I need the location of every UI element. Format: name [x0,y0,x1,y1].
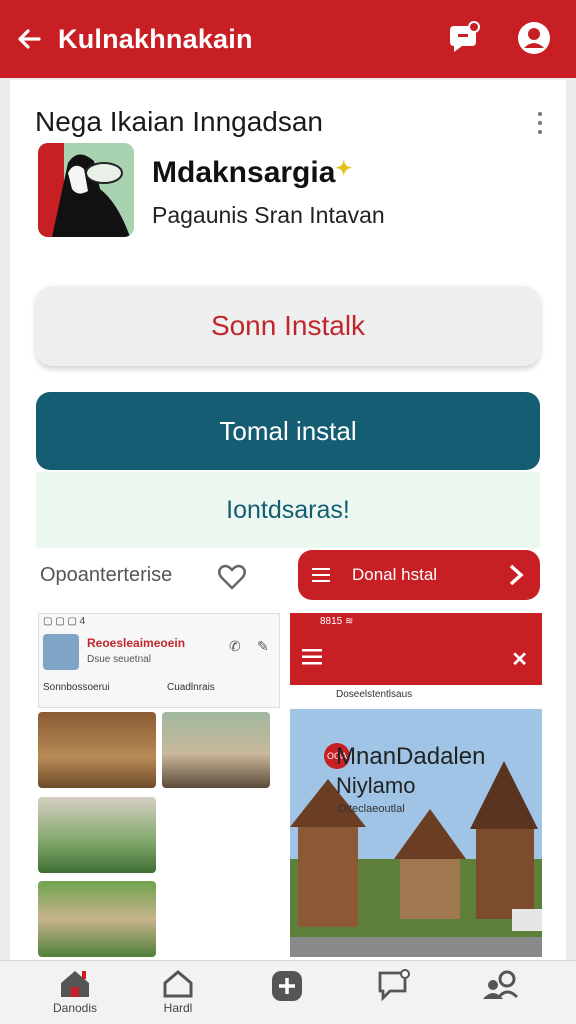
bottom-navigation: Danodis Hardl [0,960,576,1024]
heart-icon[interactable] [218,564,246,590]
profile-button[interactable] [514,18,554,58]
nav-item-add[interactable] [257,969,317,1021]
mini-chip-1: Sonnbossoerui [43,682,110,693]
more-options-icon[interactable] [534,112,546,140]
screenshot-preview-left[interactable]: ▢ ▢ ▢ 4 Reoesleaimeoein Dsue seuetnal ✆ … [38,613,280,957]
photo-thumbnail [38,881,156,957]
small-install-label: Donal hstal [352,565,438,584]
hero-caption: Oiteclaeoutlal [338,803,405,815]
photo-thumbnail [38,712,156,788]
info-banner: Iontdsaras! [36,472,540,548]
hero-headline: MnanDadalen [336,743,486,770]
notification-button[interactable] [444,18,484,58]
app-bar-title: Kulnakhnakain [58,23,253,54]
nav-label: Hardl [163,1001,193,1015]
nav-item-people[interactable] [470,969,530,1021]
plus-icon [272,971,302,1001]
mini-status: 8815 ≋ [290,613,542,633]
nav-item-home[interactable]: Danodis [45,969,105,1021]
edit-icon: ✎ [257,638,269,654]
people-icon [483,970,519,999]
app-detail-card: Nega Ikaian Inngadsan Mdaknsargia✦ Pagau… [10,80,566,960]
chat-icon [378,969,410,1001]
nav-item-hardl[interactable]: Hardl [148,969,208,1021]
section-title: Nega Ikaian Inngadsan [35,106,323,137]
mini-strip: Doseelstentlsaus [290,685,542,709]
mini-subtitle: Dsue seuetnal [87,654,151,665]
hero-image: OOA MnanDadalen Niylamo Oiteclaeoutlal [290,709,542,957]
mini-chip-2: Cuadlnrais [167,682,215,693]
photo-thumbnail [162,712,270,788]
arrow-left-icon [18,29,41,49]
house-outline-icon [163,970,193,998]
menu-icon [302,649,322,665]
mini-status: ▢ ▢ ▢ 4 [43,616,86,627]
close-icon: ✕ [511,649,528,671]
mini-title: Reoesleaimeoein [87,636,186,650]
nav-label: Danodis [52,1001,98,1015]
small-install-button[interactable]: Donal hstal [298,550,540,600]
phone-icon: ✆ [229,638,241,654]
profile-icon [518,22,550,54]
photo-thumbnail [38,797,156,873]
soon-install-button[interactable]: Sonn Instalk [36,286,540,366]
mini-app-bar: ✕ [290,633,542,685]
avatar [43,634,79,670]
sparkle-icon: ✦ [335,158,353,180]
menu-icon [312,568,330,582]
home-icon [61,971,89,997]
notification-icon [450,21,480,52]
screenshot-preview-right[interactable]: 8815 ≋ ✕ Doseelstentlsaus OOA MnanDadale… [290,613,542,957]
back-button[interactable] [0,0,58,78]
app-name: Mdaknsargia✦ [152,156,353,189]
chevron-right-icon [509,564,524,586]
mini-header: ▢ ▢ ▢ 4 Reoesleaimeoein Dsue seuetnal ✆ … [38,613,280,708]
nav-item-chat[interactable] [364,969,424,1021]
app-developer: Pagaunis Sran Intavan [152,202,385,228]
hero-subheadline: Niylamo [336,773,416,798]
app-icon [38,143,134,237]
screenshots-label: Opoanterterise [40,564,173,586]
top-app-bar: Kulnakhnakain [0,0,576,78]
install-button[interactable]: Tomal instal [36,392,540,470]
